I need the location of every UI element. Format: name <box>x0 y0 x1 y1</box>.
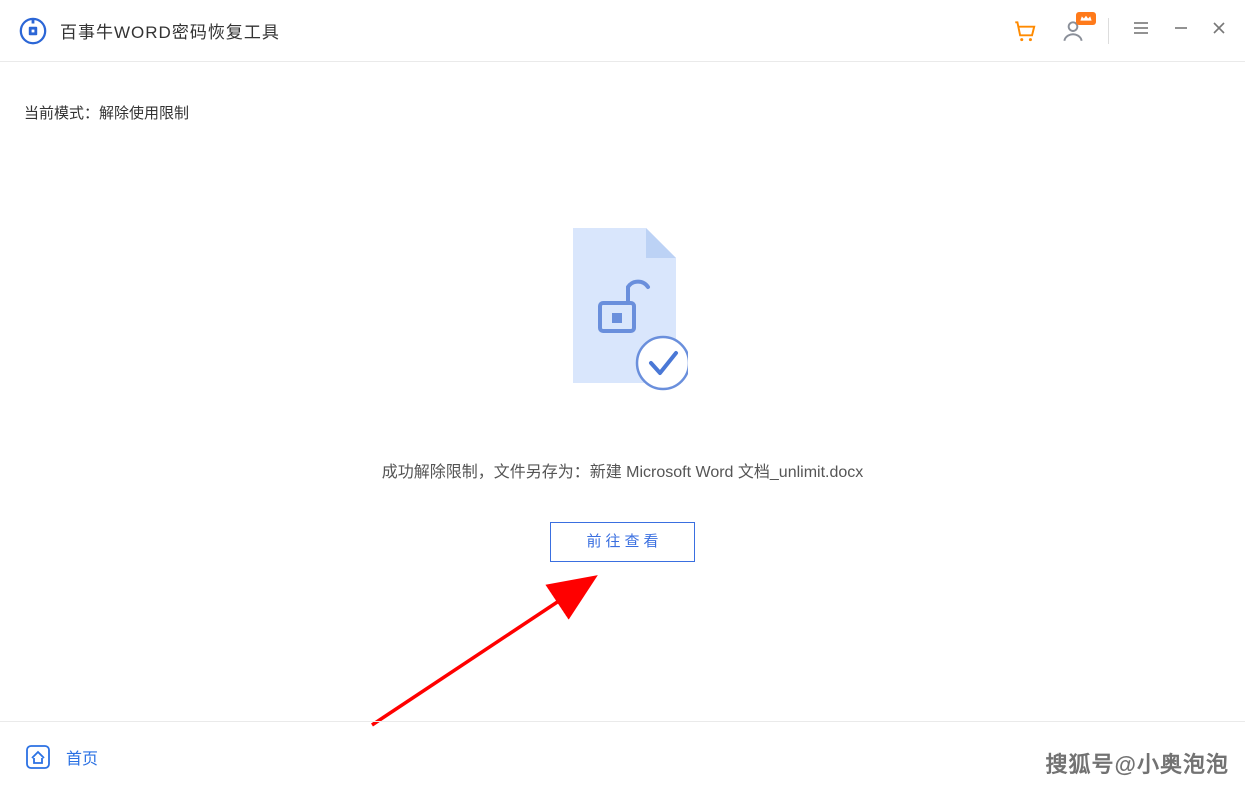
titlebar-right <box>1012 18 1227 44</box>
annotation-arrow-icon <box>360 567 610 737</box>
document-unlocked-icon <box>558 223 688 393</box>
close-button[interactable] <box>1211 20 1227 41</box>
user-button[interactable] <box>1060 18 1086 44</box>
footer: 首页 <box>0 721 1245 791</box>
mode-label: 当前模式：解除使用限制 <box>24 102 1221 123</box>
cart-icon[interactable] <box>1012 18 1038 44</box>
app-logo-wrap: 百事牛WORD密码恢复工具 <box>18 16 280 46</box>
minimize-button[interactable] <box>1173 20 1189 41</box>
titlebar-divider <box>1108 18 1109 44</box>
content-area: 当前模式：解除使用限制 成功解除限制，文件另存为：新建 Microsoft Wo… <box>0 62 1245 721</box>
titlebar: 百事牛WORD密码恢复工具 <box>0 0 1245 62</box>
saved-filename: 新建 Microsoft Word 文档_unlimit.docx <box>590 464 864 481</box>
vip-badge-icon <box>1076 12 1096 25</box>
menu-button[interactable] <box>1131 18 1151 43</box>
home-link[interactable]: 首页 <box>24 743 98 771</box>
go-view-button[interactable]: 前往查看 <box>550 522 695 562</box>
app-logo-icon <box>18 16 48 46</box>
home-icon <box>24 743 52 771</box>
result-block: 成功解除限制，文件另存为：新建 Microsoft Word 文档_unlimi… <box>24 223 1221 562</box>
success-message: 成功解除限制，文件另存为：新建 Microsoft Word 文档_unlimi… <box>24 458 1221 482</box>
success-prefix: 成功解除限制，文件另存为： <box>382 464 590 481</box>
app-title: 百事牛WORD密码恢复工具 <box>60 18 280 43</box>
home-label: 首页 <box>66 745 98 769</box>
